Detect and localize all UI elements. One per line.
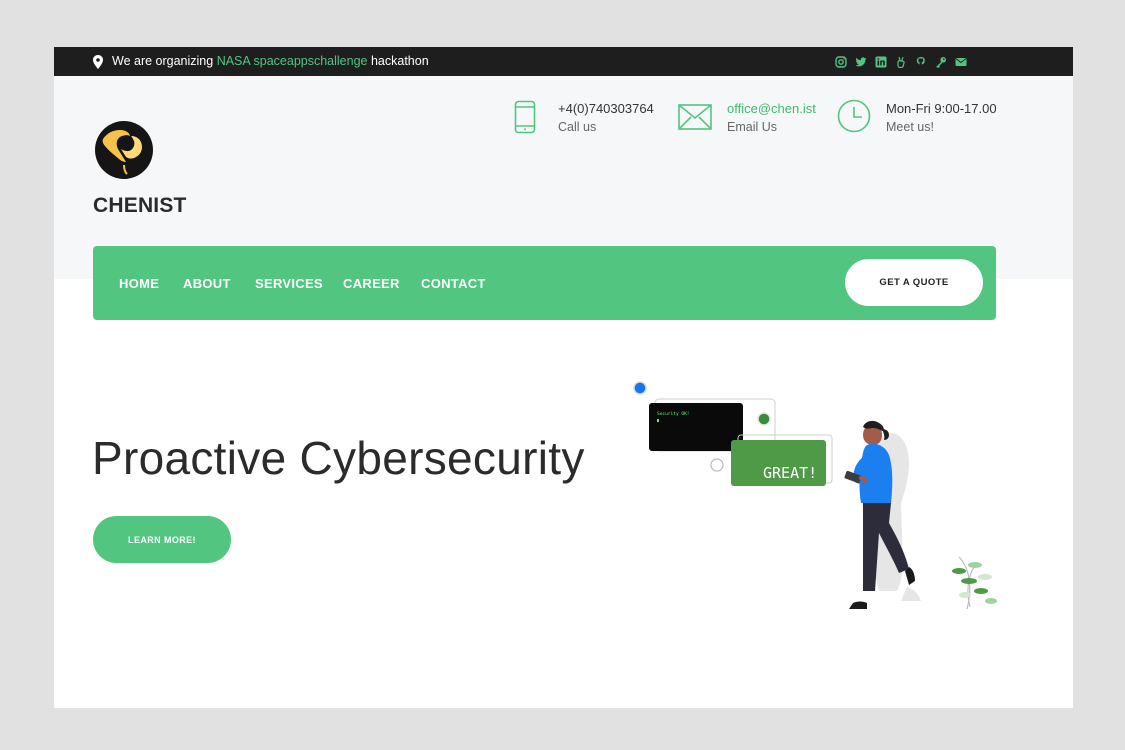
github-icon[interactable] (912, 54, 929, 69)
announcement-suffix: hackathon (367, 54, 429, 68)
phone-number[interactable]: +4(0)740303764 (558, 101, 654, 116)
plant-decoration (952, 556, 997, 610)
phone-icon (514, 100, 536, 134)
phone-caption: Call us (558, 120, 597, 134)
instagram-icon[interactable] (832, 54, 849, 69)
envelope-icon (678, 104, 712, 130)
person-torso (859, 443, 893, 503)
page: We are organizing NASA spaceappschalleng… (54, 47, 1073, 708)
nav-contact[interactable]: CONTACT (421, 276, 486, 291)
clock-icon (837, 99, 871, 133)
person-shoe (849, 601, 867, 609)
great-badge-text: GREAT! (763, 464, 817, 482)
location-pin-icon (93, 55, 103, 69)
angellist-icon[interactable] (892, 54, 909, 69)
email-link[interactable]: office@chen.ist (727, 101, 816, 116)
twitter-icon[interactable] (852, 54, 869, 69)
blue-dot (633, 381, 647, 395)
green-dot (757, 412, 771, 426)
announcement-prefix: We are organizing (112, 54, 217, 68)
nav-career[interactable]: CAREER (343, 276, 400, 291)
grey-dot (710, 458, 724, 472)
swan-logo-icon[interactable] (93, 119, 155, 181)
hackathon-link[interactable]: NASA spaceappschallenge (217, 54, 368, 68)
brand-name: CHENIST (93, 194, 187, 217)
announcement-bar: We are organizing NASA spaceappschalleng… (54, 47, 1073, 76)
hero-title: Proactive Cybersecurity (92, 432, 585, 484)
nav-about[interactable]: ABOUT (183, 276, 231, 291)
hours-caption: Meet us! (886, 120, 934, 134)
social-links (832, 54, 972, 69)
nav-services[interactable]: SERVICES (255, 276, 323, 291)
email-caption: Email Us (727, 120, 778, 134)
mail-icon[interactable] (952, 54, 969, 69)
key-icon[interactable] (932, 54, 949, 69)
hero-illustration: Security OK! GREAT! (633, 381, 997, 610)
announcement-text: We are organizing NASA spaceappschalleng… (112, 54, 429, 68)
main-nav: HOME ABOUT SERVICES CAREER CONTACT GET A… (93, 246, 996, 320)
office-hours: Mon-Fri 9:00-17.00 (886, 101, 997, 116)
get-quote-button[interactable]: GET A QUOTE (845, 259, 983, 306)
learn-more-button[interactable]: LEARN MORE! (93, 516, 231, 563)
nav-home[interactable]: HOME (119, 276, 159, 291)
terminal-window (649, 403, 743, 451)
linkedin-icon[interactable] (872, 54, 889, 69)
terminal-text: Security OK! (657, 411, 690, 417)
